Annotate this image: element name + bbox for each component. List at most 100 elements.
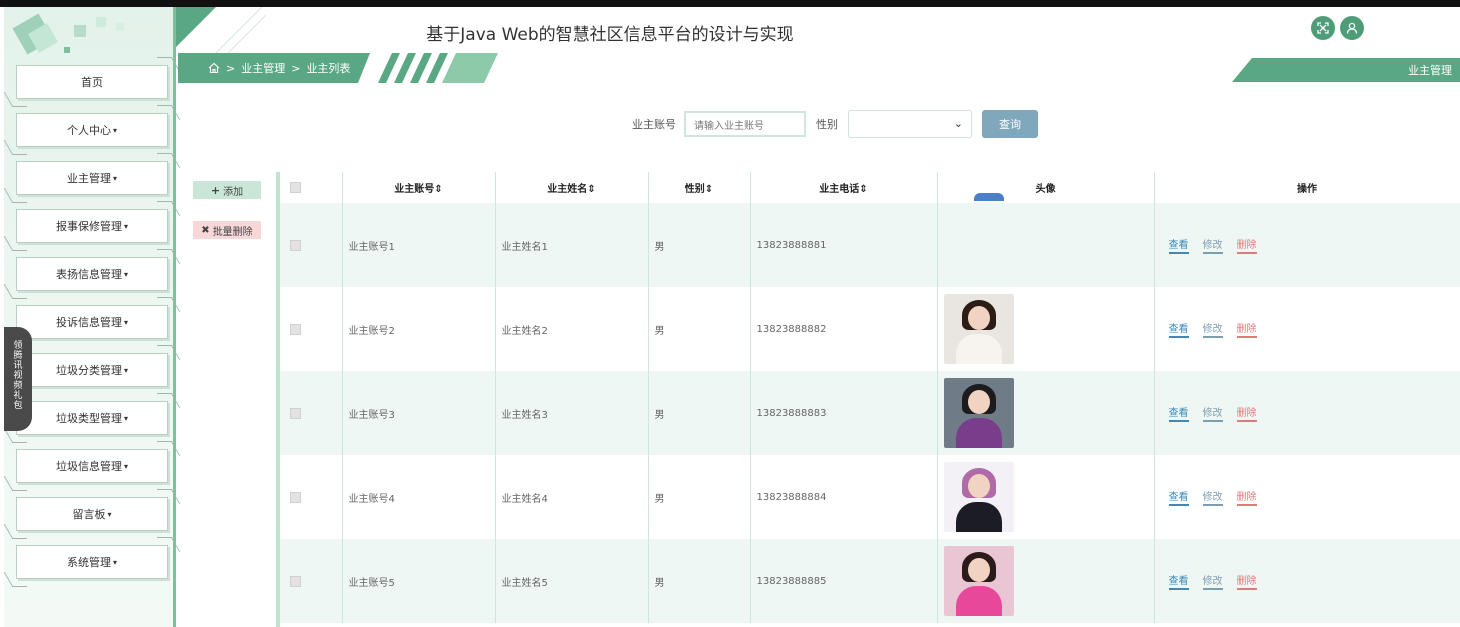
delete-link[interactable]: 删除 (1236, 404, 1257, 422)
edit-link[interactable]: 修改 (1202, 236, 1223, 254)
view-link[interactable]: 查看 (1168, 320, 1189, 338)
row-select-cell (280, 455, 343, 539)
sidebar-item[interactable]: 个人中心 ▾ (16, 113, 168, 147)
sidebar-item-label: 个人中心 (66, 124, 111, 137)
sidebar-item-label: 业主管理 (66, 172, 111, 185)
cell-actions: 查看 修改 删除 (1154, 371, 1460, 455)
gender-select[interactable]: ⌄ (848, 110, 972, 138)
row-checkbox[interactable] (290, 239, 301, 251)
cell-phone: 13823888882 (750, 287, 938, 371)
column-header-gender[interactable]: 性别⇕ (648, 172, 751, 203)
sidebar-item[interactable]: 报事保修管理 ▾ (16, 209, 168, 243)
avatar-image (943, 546, 1014, 616)
plus-icon: + (210, 183, 221, 197)
column-header-account[interactable]: 业主账号⇕ (342, 172, 496, 203)
edit-link[interactable]: 修改 (1202, 404, 1223, 422)
sidebar-item[interactable]: 垃圾分类管理 ▾ (16, 353, 168, 387)
cell-phone: 13823888881 (750, 203, 938, 287)
user-icon[interactable] (1340, 16, 1364, 40)
times-icon: ✖ (201, 224, 210, 236)
cell-actions: 查看 修改 删除 (1154, 287, 1460, 371)
add-button[interactable]: + 添加 (193, 181, 261, 199)
account-search-input[interactable]: 请输入业主账号 (684, 111, 806, 137)
add-button-label: 添加 (223, 186, 244, 198)
sidebar: 首页 个人中心 ▾ 业主管理 ▾ 报事保修管理 ▾ 表扬信息管理 ▾ 投诉信息管理 ▾ 垃圾分类管理 ▾… (4, 7, 176, 627)
owner-table: 业主账号⇕ 业主姓名⇕ 性别⇕ 业主电话⇕ 头像 操作 业主账号1 业主姓名1 男 1… (276, 172, 1460, 627)
row-checkbox[interactable] (290, 407, 301, 419)
edit-link[interactable]: 修改 (1202, 488, 1223, 506)
edit-link[interactable]: 修改 (1202, 320, 1223, 338)
caret-down-icon: ▾ (123, 461, 128, 471)
breadcrumb-item-owner-management[interactable]: 业主管理 (241, 60, 285, 76)
avatar-image (943, 462, 1014, 532)
float-tab-char: 领 (13, 341, 23, 351)
avatar-image (943, 294, 1014, 364)
sidebar-item-label: 垃圾类型管理 (55, 412, 122, 425)
sidebar-item[interactable]: 首页 (16, 65, 168, 99)
sidebar-item[interactable]: 投诉信息管理 ▾ (16, 305, 168, 339)
float-tab-char: 频 (13, 381, 23, 391)
sidebar-item[interactable]: 留言板 ▾ (16, 497, 168, 531)
view-link[interactable]: 查看 (1168, 488, 1189, 506)
delete-link[interactable]: 删除 (1236, 320, 1257, 338)
column-header-actions: 操作 (1154, 172, 1460, 203)
cell-actions: 查看 修改 删除 (1154, 539, 1460, 623)
account-label: 业主账号 (632, 118, 676, 131)
caret-down-icon: ▾ (123, 269, 128, 279)
sidebar-item-label: 留言板 (72, 508, 106, 521)
cell-account: 业主账号5 (342, 539, 496, 623)
cell-name: 业主姓名3 (495, 371, 649, 455)
view-link[interactable]: 查看 (1168, 572, 1189, 590)
caret-down-icon: ▾ (123, 317, 128, 327)
column-header-label: 业主姓名 (547, 184, 588, 195)
select-all-cell (280, 172, 343, 203)
view-link[interactable]: 查看 (1168, 236, 1189, 254)
delete-link[interactable]: 删除 (1236, 572, 1257, 590)
home-icon[interactable] (208, 62, 220, 74)
caret-down-icon: ▾ (123, 365, 128, 375)
breadcrumb-separator: > (226, 61, 236, 75)
sidebar-item-label: 垃圾信息管理 (55, 460, 122, 473)
column-header-phone[interactable]: 业主电话⇕ (750, 172, 938, 203)
account-search-placeholder: 请输入业主账号 (694, 120, 764, 132)
sidebar-item[interactable]: 表扬信息管理 ▾ (16, 257, 168, 291)
promo-float-tab[interactable]: 领腾讯视频礼包 (4, 327, 32, 431)
batch-delete-button[interactable]: ✖ 批量删除 (193, 221, 261, 239)
cell-name: 业主姓名1 (495, 203, 649, 287)
sort-icon: ⇕ (587, 184, 596, 195)
cell-gender: 男 (648, 287, 751, 371)
row-checkbox[interactable] (290, 491, 301, 503)
row-checkbox[interactable] (290, 323, 301, 335)
cell-phone: 13823888883 (750, 371, 938, 455)
top-border (0, 0, 1460, 7)
query-button[interactable]: 查询 (982, 110, 1038, 138)
cell-phone: 13823888885 (750, 539, 938, 623)
delete-link[interactable]: 删除 (1236, 236, 1257, 254)
caret-down-icon: ▾ (112, 557, 117, 567)
edit-link[interactable]: 修改 (1202, 572, 1223, 590)
row-select-cell (280, 539, 343, 623)
delete-link[interactable]: 删除 (1236, 488, 1257, 506)
table-row: 业主账号1 业主姓名1 男 13823888881 查看 修改 删除 (280, 193, 1460, 287)
cell-gender: 男 (648, 539, 751, 623)
row-checkbox[interactable] (290, 575, 301, 587)
sidebar-item[interactable]: 垃圾信息管理 ▾ (16, 449, 168, 483)
fullscreen-icon[interactable] (1311, 16, 1335, 40)
breadcrumb-item-owner-list: 业主列表 (306, 62, 351, 75)
sidebar-item[interactable]: 系统管理 ▾ (16, 545, 168, 579)
header-decoration (176, 7, 266, 53)
sidebar-item[interactable]: 业主管理 ▾ (16, 161, 168, 195)
float-tab-char: 讯 (13, 361, 23, 371)
view-link[interactable]: 查看 (1168, 404, 1189, 422)
cell-account: 业主账号1 (342, 203, 496, 287)
cell-gender: 男 (648, 371, 751, 455)
row-select-cell (280, 371, 343, 455)
table-header-row: 业主账号⇕ 业主姓名⇕ 性别⇕ 业主电话⇕ 头像 操作 (280, 172, 1460, 203)
caret-down-icon: ▾ (112, 125, 117, 135)
sidebar-item[interactable]: 垃圾类型管理 ▾ (16, 401, 168, 435)
column-header-label: 业主电话 (819, 184, 860, 195)
row-select-cell (280, 203, 343, 287)
search-bar: 业主账号 请输入业主账号 性别 ⌄ 查询 (632, 110, 1038, 138)
column-header-name[interactable]: 业主姓名⇕ (495, 172, 649, 203)
select-all-checkbox[interactable] (290, 182, 301, 193)
